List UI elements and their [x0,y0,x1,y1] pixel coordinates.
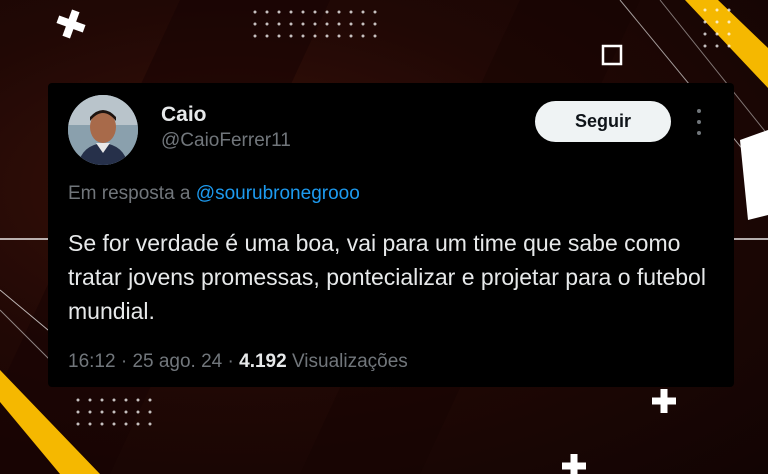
tweet-meta: 16:12 · 25 ago. 24 · 4.192 Visualizações [68,351,408,373]
follow-button[interactable]: Seguir [535,101,671,142]
avatar-image [68,95,138,165]
white-shape-right [740,130,768,220]
tweet-time[interactable]: 16:12 [68,351,116,372]
yellow-stripe-top-right [685,0,768,88]
menu-dot [697,120,701,124]
menu-dot [697,109,701,113]
bg-line [0,309,51,361]
display-name[interactable]: Caio [161,103,207,127]
menu-dot [697,131,701,135]
reply-mention-link[interactable]: @sourubronegrooo [196,183,360,204]
plus-decoration-icon [652,389,676,413]
tweet-card: Caio @CaioFerrer11 Seguir Em resposta a … [48,83,734,387]
views-label: Visualizações [291,351,408,372]
reply-context: Em resposta a @sourubronegrooo [68,183,360,205]
dot-grid-bottom [76,398,152,426]
meta-separator: · [120,351,128,372]
views-count: 4.192 [239,351,287,372]
tweet-text: Se for verdade é uma boa, vai para um ti… [68,230,706,324]
plus-decoration-icon [56,9,86,39]
dot-grid-right [703,8,731,48]
meta-separator: · [227,351,234,372]
reply-prefix: Em resposta a [68,183,191,204]
square-decoration-icon [601,44,623,66]
plus-decoration-icon [562,454,586,474]
avatar[interactable] [68,95,138,165]
more-vertical-icon[interactable] [692,109,706,135]
user-handle[interactable]: @CaioFerrer11 [161,130,291,152]
dot-grid-top [253,10,377,38]
tweet-date[interactable]: 25 ago. 24 [132,351,222,372]
